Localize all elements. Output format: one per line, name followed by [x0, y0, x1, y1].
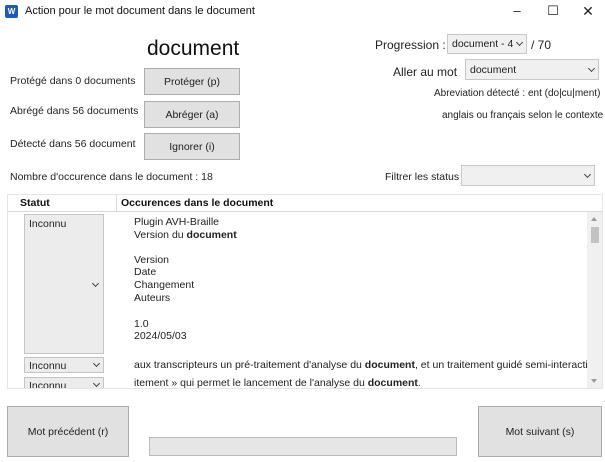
status-dropdown[interactable]: Inconnu: [24, 357, 104, 373]
chevron-down-icon: [91, 279, 100, 288]
chevron-down-icon: [587, 64, 596, 72]
progression-total: / 70: [531, 38, 552, 52]
column-separator[interactable]: [116, 195, 117, 212]
occurrence-line: Changement: [134, 279, 195, 291]
abbreviation-detected-text: Abreviation détecté : ent (do|cu|ment): [434, 88, 601, 99]
progression-value: document - 4: [452, 38, 514, 50]
occurrence-line: 1.0: [134, 318, 149, 330]
previous-word-button[interactable]: Mot précédent (r): [7, 406, 129, 457]
occurrence-line: aux transcripteurs un pré-traitement d'a…: [134, 359, 603, 371]
occurrence-line: Plugin AVH-Braille: [134, 216, 220, 228]
occurrence-line: Version du document: [134, 229, 237, 241]
next-word-button[interactable]: Mot suivant (s): [478, 406, 602, 457]
goto-word-select[interactable]: document: [465, 59, 599, 80]
grid-scrollbar[interactable]: [587, 212, 602, 388]
occurrence-line: itement » qui permet le lancement de l'a…: [134, 377, 421, 389]
status-value: Inconnu: [29, 360, 67, 372]
window-title: Action pour le mot document dans le docu…: [25, 5, 255, 17]
column-header-occurrences[interactable]: Occurences dans le document: [121, 197, 273, 209]
occurrence-count-label: Nombre d'occurence dans le document : 18: [10, 171, 213, 183]
ignore-button[interactable]: Ignorer (i): [144, 133, 240, 160]
scroll-down-icon[interactable]: [591, 379, 597, 383]
word-icon: W: [5, 5, 18, 18]
progression-label: Progression :: [375, 38, 446, 52]
language-note-text: anglais ou français selon le contexte: [442, 110, 604, 121]
occurrences-grid[interactable]: Statut Occurences dans le document Incon…: [7, 194, 603, 389]
chevron-down-icon: [515, 38, 524, 47]
goto-label: Aller au mot: [393, 65, 458, 79]
word-heading: document: [147, 37, 240, 60]
filter-status-select[interactable]: [461, 165, 595, 186]
progression-select[interactable]: document - 4: [447, 34, 527, 54]
status-dropdown[interactable]: Inconnu: [24, 214, 104, 354]
scrollbar-thumb[interactable]: [591, 227, 599, 243]
abbreviated-count-label: Abrégé dans 56 documents: [10, 105, 139, 117]
protect-button[interactable]: Protéger (p): [144, 68, 240, 95]
progress-bar: [149, 437, 457, 456]
status-value: Inconnu: [29, 380, 67, 389]
detected-count-label: Détecté dans 56 document: [10, 138, 136, 150]
occurrence-line: Date: [134, 266, 157, 278]
protected-count-label: Protégé dans 0 documents: [10, 75, 136, 87]
filter-label: Filtrer les status: [385, 171, 460, 183]
maximize-icon[interactable]: ☐: [534, 0, 572, 24]
occurrence-line: Version: [134, 254, 170, 266]
scroll-up-icon[interactable]: [591, 217, 597, 221]
minimize-icon[interactable]: –: [498, 0, 536, 24]
chevron-down-icon: [583, 170, 592, 178]
close-icon[interactable]: ✕: [569, 0, 605, 24]
occurrence-line: Auteurs: [134, 292, 171, 304]
status-dropdown[interactable]: Inconnu: [24, 377, 104, 389]
goto-word-value: document: [470, 63, 517, 76]
occurrence-line: 2024/05/03: [134, 330, 187, 342]
abbreviate-button[interactable]: Abréger (a): [144, 101, 240, 128]
column-header-status[interactable]: Statut: [20, 197, 50, 209]
chevron-down-icon: [92, 379, 101, 388]
chevron-down-icon: [92, 359, 101, 368]
status-value: Inconnu: [29, 218, 67, 230]
grid-header: Statut Occurences dans le document: [8, 195, 602, 212]
title-bar: W Action pour le mot document dans le do…: [0, 0, 605, 24]
